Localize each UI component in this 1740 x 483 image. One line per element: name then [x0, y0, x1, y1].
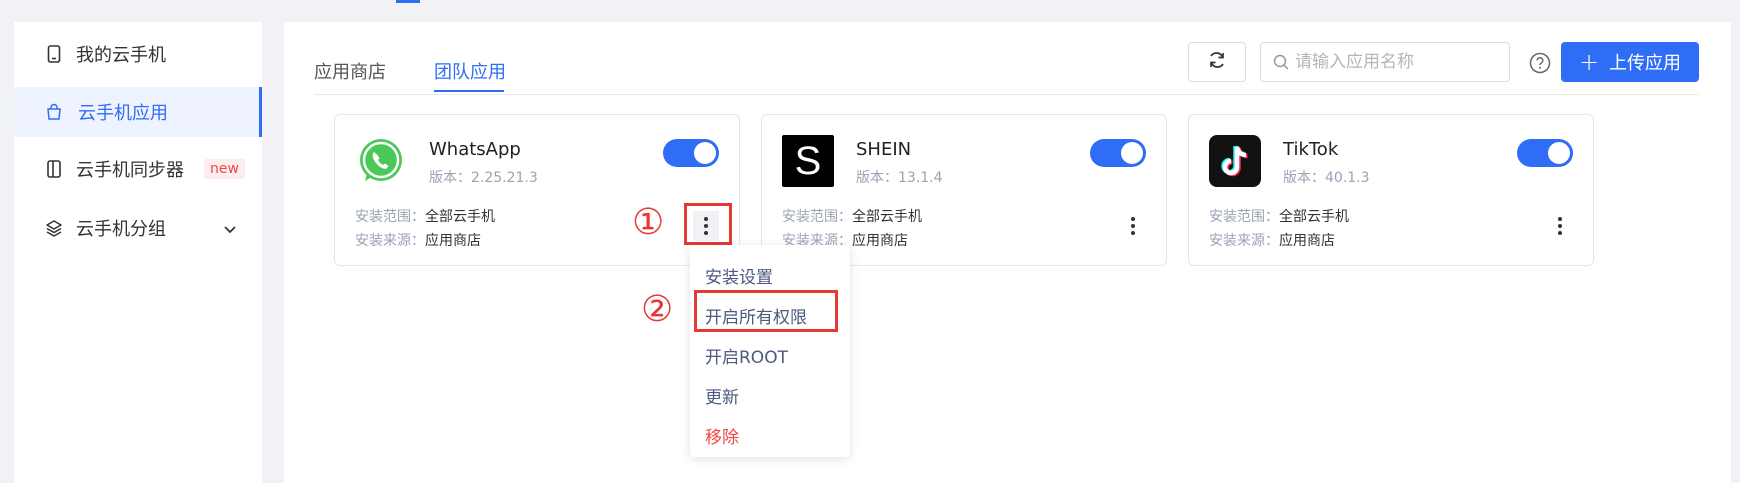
plus-icon: + — [1578, 48, 1600, 76]
sidebar-item-label: 云手机同步器 — [76, 160, 184, 181]
shein-icon-letter: S — [794, 138, 822, 183]
install-scope-value: 全部云手机 — [425, 209, 495, 225]
sidebar-item-label: 云手机应用 — [78, 103, 168, 124]
install-source: 安装来源：应用商店 — [355, 230, 481, 250]
more-options-button[interactable] — [1120, 211, 1146, 241]
sidebar-item-groups[interactable]: 云手机分组 — [14, 203, 262, 253]
step-2-highlight — [694, 290, 838, 332]
more-vertical-icon — [1131, 217, 1135, 235]
app-enable-toggle[interactable] — [663, 139, 719, 167]
install-scope-value: 全部云手机 — [852, 209, 922, 225]
app-name: WhatsApp — [429, 139, 521, 160]
sidebar-item-sync[interactable]: 云手机同步器 new — [14, 144, 262, 194]
version-label: 版本： — [856, 170, 898, 186]
app-version: 版本：2.25.21.3 — [429, 167, 538, 187]
toggle-knob — [1548, 142, 1570, 164]
refresh-icon — [1207, 50, 1227, 74]
sidebar-item-cloud-phone-apps[interactable]: 云手机应用 — [14, 87, 262, 137]
tiktok-icon — [1209, 135, 1261, 187]
install-scope: 安装范围：全部云手机 — [782, 206, 922, 226]
version-label: 版本： — [1283, 170, 1325, 186]
install-source-value: 应用商店 — [425, 233, 481, 249]
tabs-divider — [314, 94, 1699, 95]
shein-icon: S — [782, 135, 834, 187]
step-1-highlight — [684, 203, 732, 245]
install-scope: 安装范围：全部云手机 — [355, 206, 495, 226]
chevron-down-icon[interactable] — [224, 218, 236, 239]
install-source-value: 应用商店 — [852, 233, 908, 249]
app-card-shein: S SHEIN 版本：13.1.4 安装范围：全部云手机 安装来源：应用商店 — [761, 114, 1167, 266]
whatsapp-icon — [355, 135, 407, 187]
app-card-whatsapp: WhatsApp 版本：2.25.21.3 安装范围：全部云手机 安装来源：应用… — [334, 114, 740, 266]
tab-team-apps[interactable]: 团队应用 — [434, 58, 506, 84]
sidebar-item-label: 云手机分组 — [76, 219, 166, 240]
help-icon[interactable] — [1529, 52, 1551, 74]
upload-app-label: 上传应用 — [1609, 53, 1682, 74]
more-options-menu: 安装设置 开启所有权限 开启ROOT 更新 移除 — [690, 245, 850, 457]
install-source-value: 应用商店 — [1279, 233, 1335, 249]
menu-item-install-settings[interactable]: 安装设置 — [705, 263, 773, 288]
install-scope-label: 安装范围： — [355, 209, 425, 225]
upload-app-button[interactable]: + 上传应用 — [1561, 42, 1699, 82]
install-source-label: 安装来源： — [1209, 233, 1279, 249]
install-scope-value: 全部云手机 — [1279, 209, 1349, 225]
menu-item-remove[interactable]: 移除 — [705, 423, 739, 448]
menu-item-update[interactable]: 更新 — [705, 383, 739, 408]
main-panel: 应用商店 团队应用 + 上传应用 WhatsApp 版本：2.25.21.3 安… — [284, 22, 1731, 483]
app-enable-toggle[interactable] — [1090, 139, 1146, 167]
search-icon — [1273, 53, 1291, 71]
toggle-knob — [1121, 142, 1143, 164]
tab-app-store[interactable]: 应用商店 — [314, 58, 386, 84]
more-options-button[interactable] — [1547, 211, 1573, 241]
app-name: SHEIN — [856, 139, 912, 160]
layers-icon — [44, 218, 64, 238]
search-box — [1260, 42, 1510, 82]
app-card-tiktok: TikTok 版本：40.1.3 安装范围：全部云手机 安装来源：应用商店 — [1188, 114, 1594, 266]
refresh-button[interactable] — [1188, 42, 1246, 82]
active-tab-underline — [434, 90, 504, 92]
app-version: 版本：13.1.4 — [856, 167, 943, 187]
sidebar: 我的云手机 云手机应用 云手机同步器 new 云手机分组 — [14, 22, 262, 483]
install-scope-label: 安装范围： — [782, 209, 852, 225]
new-badge: new — [204, 159, 245, 179]
version-value: 40.1.3 — [1325, 170, 1370, 186]
more-vertical-icon — [1558, 217, 1562, 235]
version-value: 13.1.4 — [898, 170, 943, 186]
app-enable-toggle[interactable] — [1517, 139, 1573, 167]
install-source-label: 安装来源： — [355, 233, 425, 249]
sidebar-item-label: 我的云手机 — [76, 45, 166, 66]
menu-item-enable-root[interactable]: 开启ROOT — [705, 343, 788, 368]
search-input[interactable] — [1295, 52, 1505, 72]
step-2-marker: ② — [641, 289, 674, 330]
install-scope: 安装范围：全部云手机 — [1209, 206, 1349, 226]
app-version: 版本：40.1.3 — [1283, 167, 1370, 187]
sync-phone-icon — [44, 159, 64, 179]
shopping-bag-icon — [44, 102, 64, 122]
phone-icon — [44, 44, 64, 64]
sidebar-item-my-cloud-phone[interactable]: 我的云手机 — [14, 29, 262, 79]
version-label: 版本： — [429, 170, 471, 186]
install-source: 安装来源：应用商店 — [1209, 230, 1335, 250]
step-1-marker: ① — [632, 202, 665, 243]
top-tab-indicator — [396, 0, 420, 3]
version-value: 2.25.21.3 — [471, 170, 538, 186]
app-name: TikTok — [1283, 139, 1339, 160]
toggle-knob — [694, 142, 716, 164]
install-scope-label: 安装范围： — [1209, 209, 1279, 225]
